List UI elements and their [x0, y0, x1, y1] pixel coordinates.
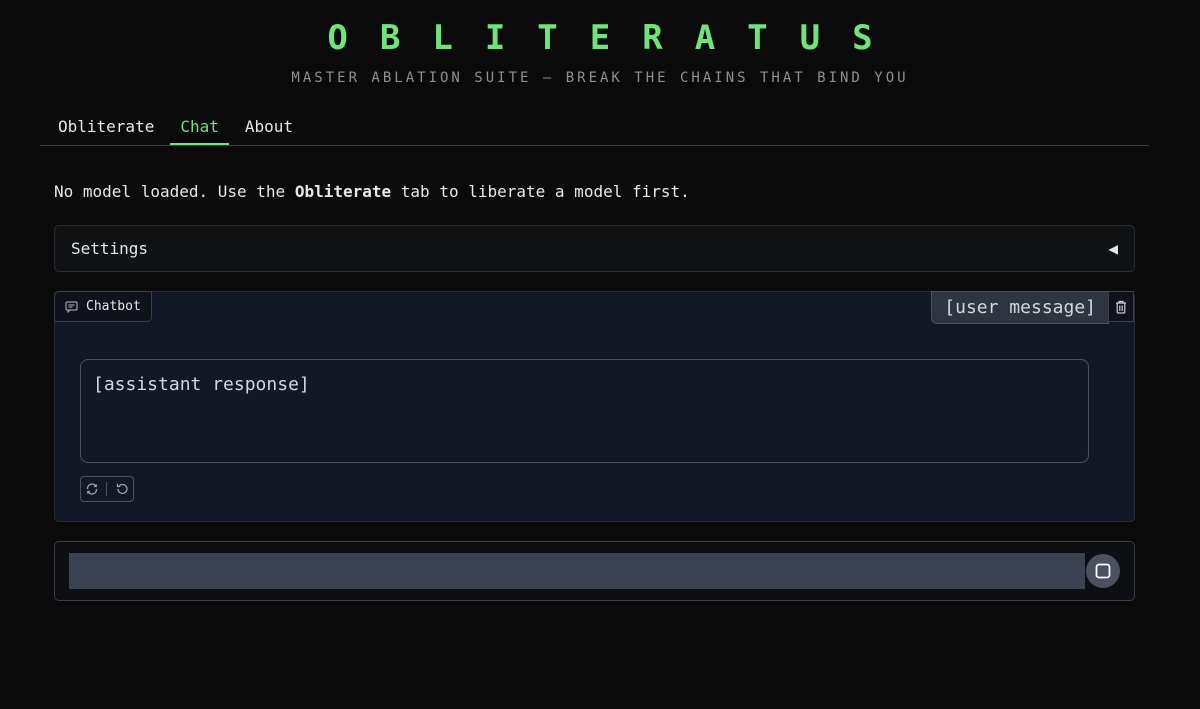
bot-message: [assistant response]: [80, 359, 1089, 463]
status-suffix: tab to liberate a model first.: [391, 182, 690, 201]
app-title: OBLITERATUS: [327, 18, 905, 58]
app-subtitle: MASTER ABLATION SUITE — BREAK THE CHAINS…: [291, 70, 909, 86]
status-prefix: No model loaded. Use the: [54, 182, 295, 201]
bot-message-line1: [assistant response]: [93, 374, 310, 395]
chatbot-label: Chatbot: [54, 291, 152, 322]
stop-button[interactable]: [1086, 554, 1120, 588]
app-header: OBLITERATUS MASTER ABLATION SUITE — BREA…: [0, 0, 1200, 86]
message-actions: [80, 476, 134, 502]
retry-icon[interactable]: [85, 482, 99, 496]
tab-about[interactable]: About: [235, 108, 303, 145]
tab-obliterate[interactable]: Obliterate: [48, 108, 164, 145]
collapse-arrow-icon: ◀: [1108, 239, 1118, 258]
trash-icon[interactable]: [1108, 291, 1134, 322]
chatbot-label-text: Chatbot: [86, 299, 141, 314]
status-message: No model loaded. Use the Obliterate tab …: [54, 182, 690, 201]
settings-accordion[interactable]: Settings ◀: [54, 225, 1135, 272]
chatbot-panel: Chatbot [user message] [assistant respon…: [54, 291, 1135, 522]
undo-icon[interactable]: [115, 482, 129, 496]
actions-divider: [106, 482, 108, 496]
stop-square-icon: [1095, 563, 1111, 579]
tab-chat[interactable]: Chat: [170, 108, 229, 145]
status-bold: Obliterate: [294, 182, 392, 201]
chat-bubble-icon: [65, 300, 78, 313]
user-message: [user message]: [931, 291, 1109, 324]
message-input-container: [54, 541, 1135, 601]
tab-bar: Obliterate Chat About: [40, 108, 1149, 146]
settings-label: Settings: [71, 239, 149, 258]
message-input[interactable]: [69, 553, 1085, 589]
